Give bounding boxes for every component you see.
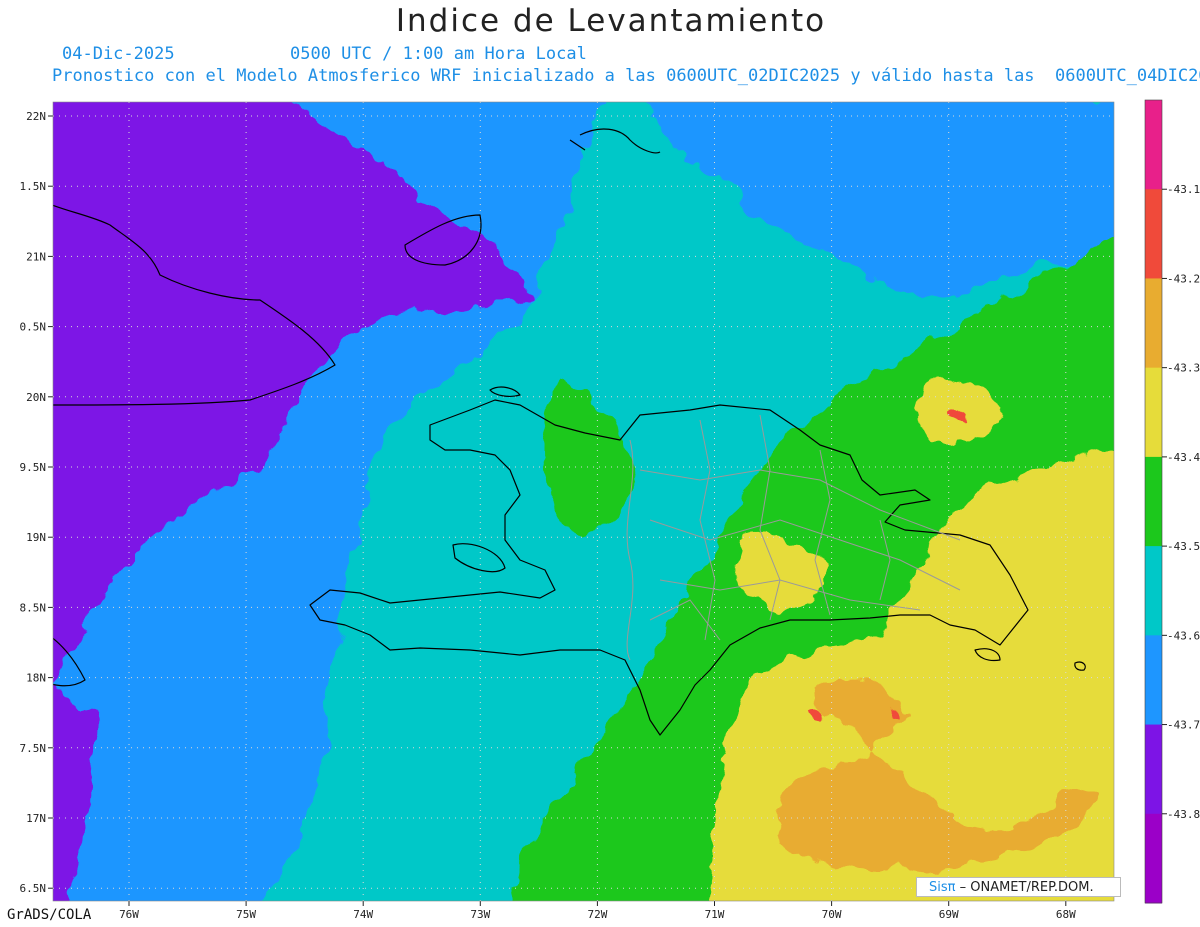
lon-label: 68W xyxy=(1056,908,1076,921)
colorbar-label: -43.3 xyxy=(1167,362,1200,375)
onamet-credit: – ONAMET/REP.DOM. xyxy=(959,880,1094,895)
lat-label: 6.5N xyxy=(20,882,47,895)
colorbar-label: -43.4 xyxy=(1167,451,1200,464)
map-canvas: 22N 1.5N 21N 0.5N 20N 9.5N 19N 8.5N 18N 7.5N 17N 6.… xyxy=(20,99,1200,921)
longitude-labels: 76W 75W 74W 73W 72W 71W 70W 69W 68W xyxy=(119,901,1076,921)
lat-label: 21N xyxy=(26,250,46,263)
colorbar-swatch xyxy=(1145,546,1162,636)
colorbar-label: -43.2 xyxy=(1167,272,1200,285)
latitude-labels: 22N 1.5N 21N 0.5N 20N 9.5N 19N 8.5N 18N 7.5N 17N 6.… xyxy=(20,110,53,895)
lat-label: 19N xyxy=(26,531,46,544)
lon-label: 74W xyxy=(353,908,373,921)
colorbar-label: -43.8 xyxy=(1167,808,1200,821)
lon-label: 75W xyxy=(236,908,256,921)
colorbar-label: -43.5 xyxy=(1167,540,1200,553)
lon-label: 72W xyxy=(587,908,607,921)
lon-label: 70W xyxy=(822,908,842,921)
lat-label: 18N xyxy=(26,672,46,685)
colorbar-swatch xyxy=(1145,813,1162,904)
lifted-index-field xyxy=(53,102,1114,901)
grads-credit: GrADS/COLA xyxy=(7,907,92,923)
lat-label: 20N xyxy=(26,391,46,404)
lat-label: 0.5N xyxy=(20,321,47,334)
lat-label: 9.5N xyxy=(20,461,47,474)
colorbar-label: -43.7 xyxy=(1167,719,1200,732)
colorbar-swatch xyxy=(1145,100,1162,190)
lon-label: 71W xyxy=(705,908,725,921)
colorbar-label: -43.1 xyxy=(1167,183,1200,196)
lat-label: 1.5N xyxy=(20,180,47,193)
colorbar-swatch xyxy=(1145,456,1162,547)
lat-label: 8.5N xyxy=(20,601,47,614)
lon-label: 73W xyxy=(470,908,490,921)
colorbar-swatch xyxy=(1145,724,1162,815)
lat-label: 22N xyxy=(26,110,46,123)
sispi-logo-text: Sisπ xyxy=(929,880,956,895)
colorbar-swatch xyxy=(1145,278,1162,369)
lat-label: 7.5N xyxy=(20,742,47,755)
colorbar-swatch xyxy=(1145,189,1162,279)
colorbar-swatch xyxy=(1145,367,1162,458)
lon-label: 69W xyxy=(939,908,959,921)
onamet-logo: Sisπ – ONAMET/REP.DOM. xyxy=(916,877,1121,897)
lat-label: 17N xyxy=(26,812,46,825)
colorbar-label: -43.6 xyxy=(1167,629,1200,642)
colorbar-swatch xyxy=(1145,635,1162,726)
lon-label: 76W xyxy=(119,908,139,921)
colorbar: -43.1 -43.2 -43.3 -43.4 -43.5 -43.6 -43.7 -43.8 xyxy=(1144,99,1200,904)
